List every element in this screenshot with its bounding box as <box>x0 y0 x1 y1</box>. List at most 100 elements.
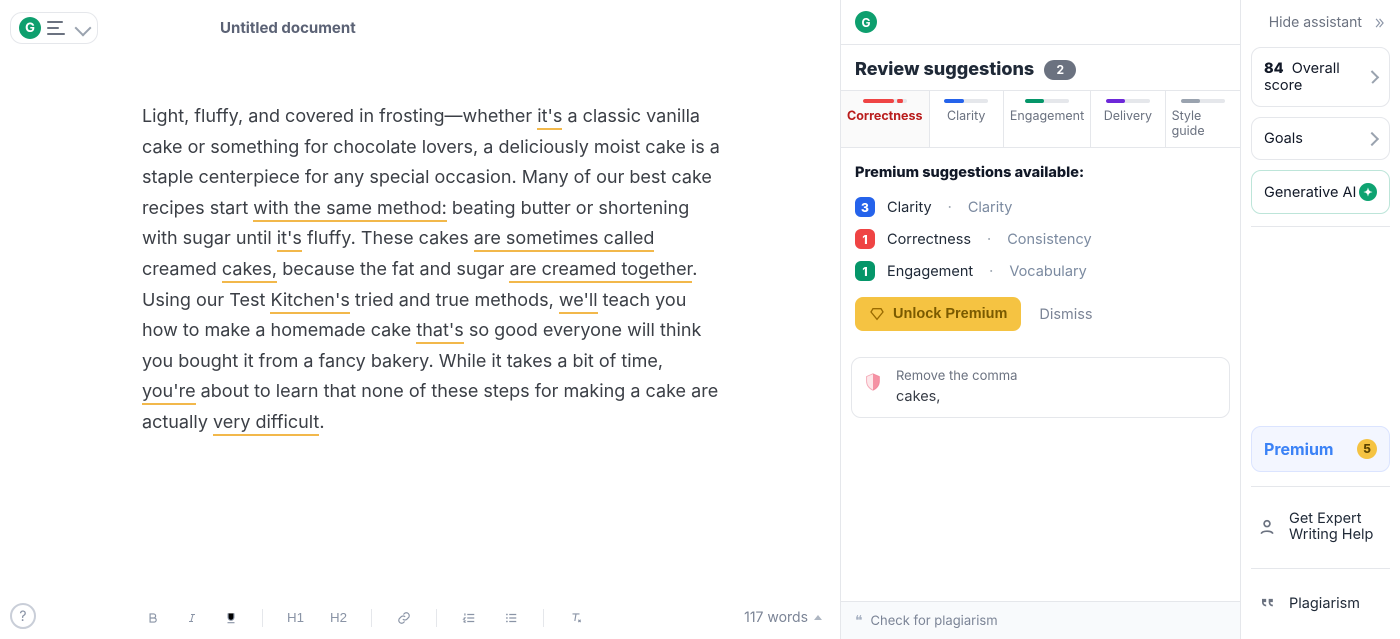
word-count[interactable]: 117 words <box>744 609 822 626</box>
underline-button[interactable] <box>220 607 242 629</box>
tab-correctness[interactable]: Correctness <box>841 91 930 147</box>
overall-score-card[interactable]: 84 Overall score <box>1251 47 1390 107</box>
app: G Untitled document Light, fluffy, and c… <box>0 0 1400 639</box>
underlined-text[interactable]: Kitchen's <box>270 290 349 314</box>
tab-delivery-label: Delivery <box>1104 109 1152 124</box>
bar-clarity <box>944 99 988 103</box>
separator <box>371 609 372 627</box>
underlined-text[interactable]: with the same method: <box>253 198 447 222</box>
underlined-text[interactable]: very difficult <box>213 412 319 436</box>
dismiss-button[interactable]: Dismiss <box>1039 306 1092 323</box>
premium-label: Premium <box>1264 439 1334 459</box>
panel-header: G <box>841 0 1240 45</box>
panel-title-text: Review suggestions <box>855 59 1034 80</box>
premium-card[interactable]: Premium 5 <box>1251 426 1390 472</box>
underlined-text[interactable]: that's <box>416 320 463 344</box>
grammarly-logo-icon: G <box>855 11 877 33</box>
separator <box>1251 226 1390 227</box>
tab-clarity[interactable]: Clarity <box>930 91 1004 147</box>
underlined-text[interactable]: you're <box>142 381 196 405</box>
bar-correctness <box>863 99 907 103</box>
generative-ai-label: Generative AI <box>1264 184 1356 201</box>
underlined-text[interactable]: cakes, <box>222 259 277 283</box>
document-title[interactable]: Untitled document <box>220 18 356 37</box>
dot: · <box>987 231 991 248</box>
diamond-icon <box>869 306 885 322</box>
goals-card[interactable]: Goals <box>1251 117 1390 160</box>
unlock-premium-label: Unlock Premium <box>893 306 1007 322</box>
tab-delivery[interactable]: Delivery <box>1091 91 1165 147</box>
grammarly-logo-icon: G <box>19 17 41 39</box>
suggestion-title: Clarity <box>887 199 932 216</box>
italic-button[interactable] <box>182 607 202 629</box>
suggestion-row[interactable]: 1 Correctness · Consistency <box>855 223 1226 255</box>
underlined-text[interactable]: are creamed together <box>509 259 692 283</box>
editor-paragraph[interactable]: Light, fluffy, and covered in frosting—w… <box>142 102 720 439</box>
underline-icon <box>224 611 238 625</box>
h2-button[interactable]: H2 <box>326 606 351 629</box>
suggestion-sub: Clarity <box>968 199 1013 216</box>
separator <box>436 609 437 627</box>
bulleted-list-icon <box>503 611 519 625</box>
h2-label: H2 <box>330 610 347 625</box>
numbered-list-button[interactable] <box>457 607 481 629</box>
clear-format-icon <box>568 611 584 625</box>
underlined-text[interactable]: we'll <box>559 290 598 314</box>
menu-icon[interactable] <box>47 21 67 35</box>
underlined-text[interactable]: it's <box>537 106 562 130</box>
app-menu-cluster[interactable]: G <box>10 12 98 44</box>
badge-count: 1 <box>855 261 875 281</box>
card-text: cakes, <box>896 388 1215 405</box>
separator <box>1251 568 1390 569</box>
suggestion-row[interactable]: 1 Engagement · Vocabulary <box>855 255 1226 287</box>
underlined-text[interactable]: it's <box>277 228 302 252</box>
separator <box>1251 486 1390 487</box>
hide-assistant-label: Hide assistant <box>1269 14 1362 31</box>
bar-delivery <box>1106 99 1150 103</box>
tab-correctness-label: Correctness <box>847 109 923 124</box>
clear-formatting-button[interactable] <box>564 607 588 629</box>
bulleted-list-button[interactable] <box>499 607 523 629</box>
spacer <box>1251 243 1390 416</box>
suggestion-sub: Consistency <box>1007 231 1091 248</box>
tab-clarity-label: Clarity <box>947 109 985 124</box>
premium-suggestions: Premium suggestions available: 3 Clarity… <box>841 148 1240 339</box>
expert-help-item[interactable]: Get ExpertWriting Help <box>1251 501 1390 554</box>
underlined-text[interactable]: are sometimes called <box>474 228 655 252</box>
suggestion-title: Engagement <box>887 263 973 280</box>
panel-footer[interactable]: ❝ Check for plagiarism <box>841 601 1240 639</box>
h1-label: H1 <box>287 610 304 625</box>
premium-count-badge: 5 <box>1357 439 1377 459</box>
separator <box>262 609 263 627</box>
help-button[interactable]: ? <box>10 603 36 629</box>
word-count-text: 117 words <box>744 609 808 626</box>
link-icon <box>396 611 412 625</box>
bar-style <box>1181 99 1225 103</box>
unlock-premium-button[interactable]: Unlock Premium <box>855 297 1021 331</box>
bold-icon <box>146 611 160 625</box>
suggestion-title: Correctness <box>887 231 971 248</box>
tab-engagement[interactable]: Engagement <box>1004 91 1091 147</box>
overall-score-value: 84 <box>1264 60 1284 77</box>
plagiarism-check-label: Check for plagiarism <box>871 613 998 629</box>
suggestion-row[interactable]: 3 Clarity · Clarity <box>855 191 1226 223</box>
h1-button[interactable]: H1 <box>283 606 308 629</box>
suggestion-card[interactable]: Remove the comma cakes, <box>851 357 1230 418</box>
dot: · <box>948 199 952 216</box>
hide-assistant-button[interactable]: Hide assistant <box>1251 12 1390 37</box>
generative-ai-card[interactable]: Generative AI ✦ <box>1251 170 1390 214</box>
chevron-down-icon <box>75 19 92 36</box>
plagiarism-label: Plagiarism <box>1289 595 1360 612</box>
badge-count: 1 <box>855 229 875 249</box>
editor[interactable]: Light, fluffy, and covered in frosting—w… <box>0 56 840 595</box>
plagiarism-item[interactable]: Plagiarism <box>1251 583 1390 623</box>
link-button[interactable] <box>392 607 416 629</box>
tab-style-guide[interactable]: Style guide <box>1166 91 1240 147</box>
separator <box>543 609 544 627</box>
card-title: Remove the comma <box>896 368 1215 384</box>
bold-button[interactable] <box>142 607 164 629</box>
unlock-row: Unlock Premium Dismiss <box>855 297 1226 331</box>
quote-icon <box>1257 593 1277 613</box>
suggestions-count-badge: 2 <box>1044 60 1076 80</box>
format-toolbar: H1 H2 117 words <box>0 595 840 639</box>
